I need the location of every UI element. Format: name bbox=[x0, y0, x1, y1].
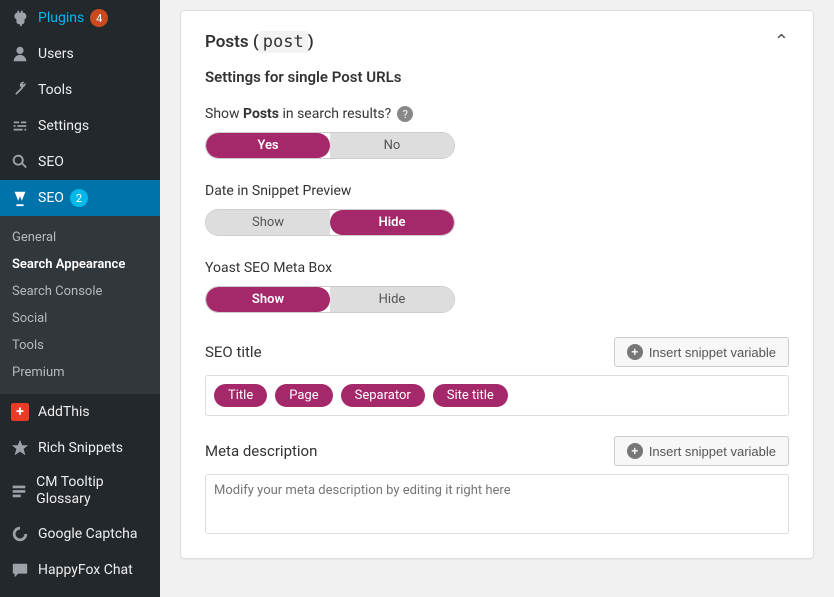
menu-users[interactable]: Users bbox=[0, 36, 160, 72]
setting-label: Yoast SEO Meta Box bbox=[205, 260, 789, 276]
wrench-icon bbox=[10, 80, 30, 100]
menu-label: Tools bbox=[38, 82, 72, 98]
submenu-premium[interactable]: Premium bbox=[0, 359, 160, 386]
admin-sidebar: Plugins 4 Users Tools Settings SEO SEO 2… bbox=[0, 0, 160, 597]
menu-label: Settings bbox=[38, 118, 89, 134]
menu-yoast-seo[interactable]: SEO 2 bbox=[0, 180, 160, 216]
menu-plugins[interactable]: Plugins 4 bbox=[0, 0, 160, 36]
menu-label: Rich Snippets bbox=[38, 440, 123, 456]
menu-seo-search[interactable]: SEO bbox=[0, 144, 160, 180]
submenu-search-console[interactable]: Search Console bbox=[0, 278, 160, 305]
menu-happyfox[interactable]: HappyFox Chat bbox=[0, 552, 160, 588]
toggle-hide[interactable]: Hide bbox=[330, 210, 454, 235]
insert-snippet-button[interactable]: + Insert snippet variable bbox=[614, 337, 789, 367]
update-badge: 4 bbox=[90, 9, 108, 27]
menu-label: CM Tooltip Glossary bbox=[36, 474, 150, 508]
submenu-search-appearance[interactable]: Search Appearance bbox=[0, 251, 160, 278]
panel-header: Posts (post) ⌃ bbox=[205, 31, 789, 52]
menu-label: AddThis bbox=[38, 404, 90, 420]
menu-label: SEO bbox=[38, 154, 64, 170]
user-icon bbox=[10, 44, 30, 64]
menu-cm-tooltip[interactable]: CM Tooltip Glossary bbox=[0, 466, 160, 516]
meta-description-field: Meta description + Insert snippet variab… bbox=[205, 436, 789, 538]
menu-rich-snippets[interactable]: Rich Snippets bbox=[0, 430, 160, 466]
insert-snippet-button[interactable]: + Insert snippet variable bbox=[614, 436, 789, 466]
plus-circle-icon: + bbox=[627, 443, 643, 459]
seo-title-input[interactable]: Title Page Separator Site title bbox=[205, 375, 789, 416]
menu-addthis[interactable]: + AddThis bbox=[0, 394, 160, 430]
panel-title: Posts (post) bbox=[205, 32, 314, 52]
setting-date-preview: Date in Snippet Preview Show Hide bbox=[205, 183, 789, 236]
yoast-icon bbox=[10, 188, 30, 208]
toggle-no[interactable]: No bbox=[330, 133, 454, 158]
submenu-tools[interactable]: Tools bbox=[0, 332, 160, 359]
setting-show-in-search: Show Posts in search results? ? Yes No bbox=[205, 106, 789, 159]
toggle-show[interactable]: Show bbox=[206, 287, 330, 312]
meta-description-input[interactable] bbox=[205, 474, 789, 534]
recaptcha-icon: re bbox=[10, 524, 30, 544]
notification-badge: 2 bbox=[70, 189, 88, 207]
menu-label: Users bbox=[38, 46, 74, 62]
submenu-general[interactable]: General bbox=[0, 224, 160, 251]
chat-icon bbox=[10, 560, 30, 580]
field-label: SEO title bbox=[205, 343, 262, 361]
var-pill[interactable]: Page bbox=[275, 384, 332, 407]
sliders-icon bbox=[10, 116, 30, 136]
menu-google-captcha[interactable]: re Google Captcha bbox=[0, 516, 160, 552]
menu-label: SEO bbox=[38, 190, 64, 206]
menu-label: Plugins bbox=[38, 10, 84, 26]
help-icon[interactable]: ? bbox=[397, 106, 413, 122]
var-pill[interactable]: Site title bbox=[433, 384, 508, 407]
plus-circle-icon: + bbox=[627, 344, 643, 360]
toggle-yes[interactable]: Yes bbox=[206, 133, 330, 158]
menu-label: Google Captcha bbox=[38, 526, 138, 542]
toggle-show[interactable]: Show bbox=[206, 210, 330, 235]
menu-tools[interactable]: Tools bbox=[0, 72, 160, 108]
submenu-social[interactable]: Social bbox=[0, 305, 160, 332]
search-icon bbox=[10, 152, 30, 172]
plus-box-icon: + bbox=[10, 402, 30, 422]
post-type-code: post bbox=[259, 31, 308, 53]
collapse-icon[interactable]: ⌃ bbox=[774, 31, 789, 52]
toggle-date-preview: Show Hide bbox=[205, 209, 455, 236]
seo-title-field: SEO title + Insert snippet variable Titl… bbox=[205, 337, 789, 416]
toggle-meta-box: Show Hide bbox=[205, 286, 455, 313]
menu-settings[interactable]: Settings bbox=[0, 108, 160, 144]
menu-label: HappyFox Chat bbox=[38, 562, 133, 578]
var-pill[interactable]: Separator bbox=[341, 384, 425, 407]
toggle-hide[interactable]: Hide bbox=[330, 287, 454, 312]
field-label: Meta description bbox=[205, 442, 317, 460]
main-content: Posts (post) ⌃ Settings for single Post … bbox=[160, 0, 834, 597]
toggle-show-in-search: Yes No bbox=[205, 132, 455, 159]
svg-text:re: re bbox=[17, 530, 23, 538]
panel-subtitle: Settings for single Post URLs bbox=[205, 68, 789, 86]
posts-panel: Posts (post) ⌃ Settings for single Post … bbox=[180, 10, 814, 559]
plug-icon bbox=[10, 8, 30, 28]
setting-label: Show Posts in search results? ? bbox=[205, 106, 789, 122]
var-pill[interactable]: Title bbox=[214, 384, 267, 407]
glossary-icon bbox=[10, 481, 28, 501]
setting-label: Date in Snippet Preview bbox=[205, 183, 789, 199]
setting-meta-box: Yoast SEO Meta Box Show Hide bbox=[205, 260, 789, 313]
star-icon bbox=[10, 438, 30, 458]
seo-submenu: General Search Appearance Search Console… bbox=[0, 216, 160, 394]
